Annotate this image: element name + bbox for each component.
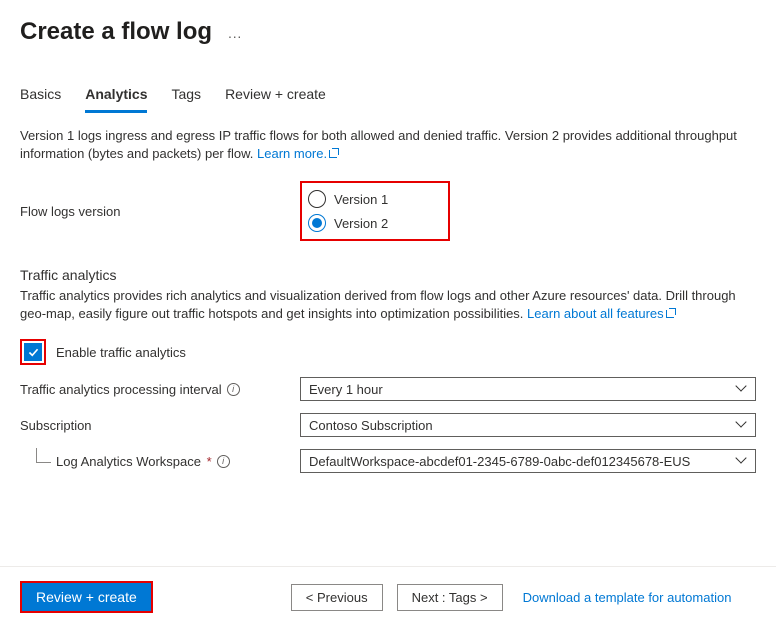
- page-title: Create a flow log: [20, 18, 212, 46]
- chevron-down-icon: [737, 456, 747, 466]
- info-icon[interactable]: i: [217, 455, 230, 468]
- interval-value: Every 1 hour: [309, 382, 383, 397]
- radio-label: Version 1: [334, 192, 388, 207]
- more-icon[interactable]: ···: [228, 28, 242, 44]
- traffic-heading: Traffic analytics: [20, 267, 756, 283]
- traffic-description: Traffic analytics provides rich analytic…: [20, 287, 756, 323]
- required-indicator: *: [203, 454, 212, 469]
- external-link-icon: [666, 308, 676, 318]
- radio-icon: [308, 214, 326, 232]
- tab-analytics[interactable]: Analytics: [85, 82, 147, 113]
- subscription-value: Contoso Subscription: [309, 418, 433, 433]
- workspace-select[interactable]: DefaultWorkspace-abcdef01-2345-6789-0abc…: [300, 449, 756, 473]
- tab-review[interactable]: Review + create: [225, 82, 326, 113]
- checkmark-icon: [27, 346, 40, 359]
- interval-label: Traffic analytics processing interval i: [20, 382, 300, 397]
- enable-traffic-label: Enable traffic analytics: [56, 345, 186, 360]
- subscription-label: Subscription: [20, 418, 300, 433]
- tab-tags[interactable]: Tags: [171, 82, 201, 113]
- tab-bar: Basics Analytics Tags Review + create: [0, 82, 776, 113]
- download-template-link[interactable]: Download a template for automation: [523, 590, 732, 605]
- subscription-select[interactable]: Contoso Subscription: [300, 413, 756, 437]
- external-link-icon: [329, 148, 339, 158]
- previous-button[interactable]: < Previous: [291, 584, 383, 611]
- review-create-button[interactable]: Review + create: [20, 581, 153, 613]
- enable-traffic-checkbox[interactable]: [24, 343, 42, 361]
- next-button[interactable]: Next : Tags >: [397, 584, 503, 611]
- version-desc-text: Version 1 logs ingress and egress IP tra…: [20, 128, 737, 161]
- chevron-down-icon: [737, 384, 747, 394]
- workspace-value: DefaultWorkspace-abcdef01-2345-6789-0abc…: [309, 454, 690, 469]
- footer-bar: Review + create < Previous Next : Tags >…: [0, 566, 776, 627]
- version-label: Flow logs version: [20, 204, 300, 219]
- learn-features-link[interactable]: Learn about all features: [527, 306, 676, 321]
- learn-more-link[interactable]: Learn more.: [257, 146, 339, 161]
- radio-version-1[interactable]: Version 1: [308, 187, 388, 211]
- chevron-down-icon: [737, 420, 747, 430]
- info-icon[interactable]: i: [227, 383, 240, 396]
- interval-select[interactable]: Every 1 hour: [300, 377, 756, 401]
- tab-basics[interactable]: Basics: [20, 82, 61, 113]
- workspace-label: Log Analytics Workspace * i: [20, 454, 300, 469]
- radio-version-2[interactable]: Version 2: [308, 211, 388, 235]
- radio-label: Version 2: [334, 216, 388, 231]
- version-description: Version 1 logs ingress and egress IP tra…: [20, 127, 756, 163]
- version-radio-group: Version 1 Version 2: [300, 181, 450, 241]
- radio-icon: [308, 190, 326, 208]
